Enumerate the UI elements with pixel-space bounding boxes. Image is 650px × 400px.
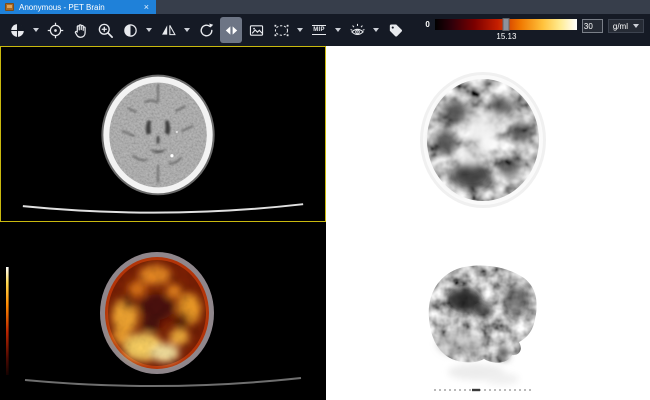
tab-title: Anonymous - PET Brain: [19, 2, 105, 12]
crosshair-icon: [47, 22, 63, 38]
ct-axial-view[interactable]: [0, 46, 326, 222]
pet-sagittal-image: [326, 222, 650, 400]
chevron-down-icon[interactable]: [33, 28, 39, 32]
layout-button[interactable]: [6, 17, 28, 43]
roi-ellipse-button[interactable]: [270, 17, 292, 43]
capture-button[interactable]: [245, 17, 267, 43]
mini-colorbar: [6, 267, 9, 375]
chevron-down-icon[interactable]: [146, 28, 152, 32]
colorbar-current-value: 15.13: [496, 32, 517, 41]
rotate-button[interactable]: [195, 17, 217, 43]
pet-sagittal-view[interactable]: [326, 222, 650, 400]
viewport-grid: [0, 46, 650, 400]
tab-bar: Anonymous - PET Brain ×: [0, 0, 650, 14]
fusion-axial-image: [0, 222, 326, 400]
unit-label: g/ml: [612, 21, 628, 31]
unit-dropdown[interactable]: g/ml: [607, 19, 644, 33]
display-settings-button[interactable]: [346, 17, 368, 43]
chevron-down-icon[interactable]: [335, 28, 341, 32]
hand-icon: [74, 23, 86, 38]
chevron-down-icon[interactable]: [297, 28, 303, 32]
crosshair-button[interactable]: [44, 17, 66, 43]
flip-button[interactable]: [157, 17, 179, 43]
compare-arrows-icon: [225, 25, 237, 35]
chevron-down-icon[interactable]: [184, 28, 190, 32]
ct-axial-image: [1, 47, 325, 221]
layout-quadrants-icon: [10, 23, 24, 37]
close-icon[interactable]: ×: [142, 2, 151, 12]
flip-icon: [161, 24, 176, 35]
mip-icon: MIP: [312, 25, 326, 35]
magnifier-plus-icon: [98, 23, 113, 38]
mip-button[interactable]: MIP: [308, 17, 330, 43]
toolbar: MIP 0 15.13 30 g/ml: [0, 14, 650, 46]
pet-viewer-window: Anonymous - PET Brain × MIP 0 15.13 30 g…: [0, 0, 650, 400]
colorbar: 15.13: [434, 18, 577, 45]
colorbar-gradient[interactable]: [434, 18, 577, 31]
rotate-icon: [200, 23, 213, 36]
roi-ellipse-icon: [274, 24, 288, 36]
chevron-down-icon[interactable]: [373, 28, 379, 32]
colorbar-min-label: 0: [425, 20, 430, 29]
fusion-axial-view[interactable]: [0, 222, 326, 400]
contrast-icon: [123, 23, 137, 37]
colorbar-slider-handle[interactable]: [502, 18, 510, 31]
tag-icon: [389, 23, 402, 36]
tag-button[interactable]: [384, 17, 406, 43]
window-level-button[interactable]: [119, 17, 141, 43]
tab-pet-brain[interactable]: Anonymous - PET Brain ×: [0, 0, 156, 14]
colormap-controls: 0 15.13 g/ml: [425, 15, 644, 45]
eye-settings-icon: [349, 23, 365, 35]
max-value-input[interactable]: [581, 19, 603, 33]
compare-link-button[interactable]: [220, 17, 242, 43]
pet-axial-image: [326, 46, 650, 222]
pan-button[interactable]: [69, 17, 91, 43]
image-icon: [249, 24, 263, 36]
study-icon: [5, 3, 14, 11]
chevron-down-icon: [633, 24, 639, 28]
pet-axial-view[interactable]: [326, 46, 650, 222]
zoom-button[interactable]: [94, 17, 116, 43]
